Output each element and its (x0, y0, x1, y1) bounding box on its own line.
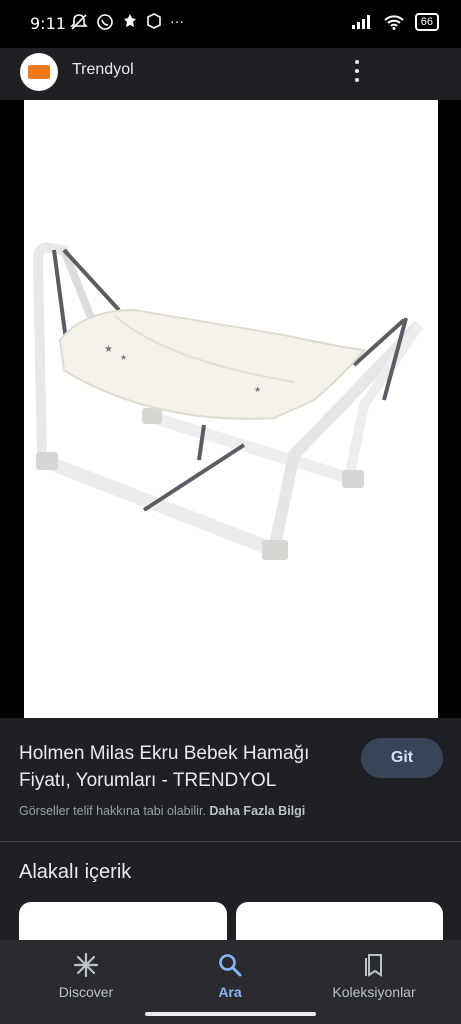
result-info: Holmen Milas Ekru Bebek Hamağı Fiyatı, Y… (0, 718, 461, 841)
battery-icon: 66 (414, 13, 439, 31)
divider (0, 841, 461, 842)
nav-search[interactable]: Ara (160, 950, 300, 1000)
more-dots-icon: ··· (170, 13, 184, 29)
svg-text:★: ★ (120, 353, 127, 362)
site-name[interactable]: Trendyol (72, 61, 134, 79)
baby-hammock-illustration: ★ ★ ★ (32, 242, 424, 560)
related-title: Alakalı içerik (19, 861, 132, 883)
nav-discover[interactable]: Discover (16, 950, 156, 1000)
image-viewer: ★ ★ ★ (0, 100, 461, 718)
nav-label: Discover (58, 984, 114, 1000)
nav-label: Ara (218, 984, 242, 1000)
status-bar: 9:11 ··· 66 (0, 0, 461, 48)
status-time: 9:11 (30, 14, 66, 33)
whatsapp-icon (97, 14, 113, 30)
asterisk-icon (71, 950, 101, 980)
signal-icon (351, 15, 370, 29)
collections-icon (359, 950, 389, 980)
muted-notification-icon (70, 14, 88, 30)
box-icon (147, 13, 161, 29)
copyright-notice: Görseller telif hakkına tabi olabilir. D… (19, 804, 305, 818)
notification-icon (124, 14, 136, 27)
status-icons-right: 66 (351, 13, 439, 31)
product-title[interactable]: Holmen Milas Ekru Bebek Hamağı Fiyatı, Y… (19, 740, 349, 794)
page-header: Trendyol (0, 48, 461, 100)
more-options-icon[interactable] (347, 58, 367, 84)
wifi-icon (384, 15, 404, 30)
nav-collections[interactable]: Koleksiyonlar (304, 950, 444, 1000)
svg-text:★: ★ (254, 385, 261, 394)
copyright-text: Görseller telif hakkına tabi olabilir. (19, 804, 206, 818)
visit-button[interactable]: Git (361, 738, 443, 778)
product-image[interactable]: ★ ★ ★ (24, 100, 438, 718)
status-icons-left: ··· (70, 13, 184, 31)
learn-more-link[interactable]: Daha Fazla Bilgi (209, 804, 305, 818)
svg-text:★: ★ (104, 344, 113, 355)
nav-label: Koleksiyonlar (332, 984, 416, 1000)
trendyol-logo-icon[interactable] (20, 53, 58, 91)
search-icon (215, 950, 245, 980)
home-indicator[interactable] (145, 1012, 316, 1016)
